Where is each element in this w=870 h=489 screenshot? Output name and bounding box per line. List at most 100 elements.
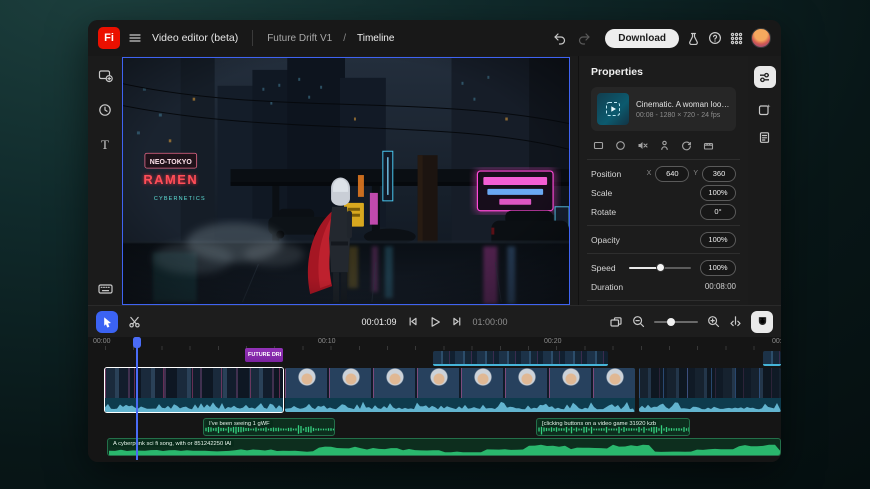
scale-row: Scale 100% [591, 183, 736, 202]
overlay-video-clip-2[interactable] [763, 351, 781, 366]
position-x-input[interactable]: 640 [655, 166, 689, 182]
speed-row: Speed 100% [591, 258, 736, 277]
ruler-label-0: 00:00 [93, 338, 111, 345]
audio-clip-voice[interactable]: I've been seeing 1 gWF [203, 418, 335, 436]
video-clip-1-waveform [105, 398, 283, 412]
duration-label: Duration [591, 282, 705, 292]
speed-input[interactable]: 100% [700, 260, 736, 276]
clip-quick-actions [593, 140, 734, 151]
properties-title: Properties [591, 66, 736, 78]
overlay-video-clip[interactable] [433, 351, 608, 366]
zoom-out-icon[interactable] [632, 315, 645, 328]
keyboard-shortcuts-icon[interactable] [98, 283, 113, 295]
slate-icon[interactable] [703, 140, 714, 151]
timeline-ruler[interactable]: 00:00 00:10 00:20 00: [88, 337, 781, 350]
history-icon[interactable] [98, 103, 112, 117]
audio-clip-sfx[interactable]: [clicking buttons on a video game 31920 … [536, 418, 690, 436]
apps-grid-icon[interactable] [730, 32, 743, 45]
ruler-label-1: 00:10 [318, 338, 336, 345]
frame-icon[interactable] [593, 140, 604, 151]
opacity-input[interactable]: 100% [700, 232, 736, 248]
y-axis-label: Y [693, 170, 698, 177]
refresh-icon[interactable] [681, 140, 692, 151]
duration-value: 00:08:00 [705, 282, 736, 291]
properties-panel: Properties Cinematic. A woman looks a...… [578, 56, 748, 305]
zoom-in-icon[interactable] [707, 315, 720, 328]
hamburger-menu-icon[interactable] [128, 31, 142, 45]
rotate-input[interactable]: 0° [700, 204, 736, 220]
video-clip-1[interactable] [105, 368, 283, 412]
select-tool-button[interactable] [96, 311, 118, 333]
position-row: Position X 640 Y 360 [591, 164, 736, 183]
prev-frame-icon[interactable] [406, 315, 419, 328]
selected-clip-card[interactable]: Cinematic. A woman looks a... v.ffgenvid… [591, 87, 736, 131]
ruler-label-3: 00: [772, 338, 781, 345]
help-icon[interactable] [708, 31, 722, 45]
video-clip-2-waveform [285, 398, 635, 412]
title-clip[interactable]: FUTURE DRI [245, 348, 283, 362]
undo-icon[interactable] [553, 31, 567, 45]
music-clip[interactable]: A cyberpunk sci fi song, with or 8512422… [107, 438, 781, 456]
timeline-zoom-controls [609, 311, 773, 333]
breadcrumb-separator: / [343, 33, 346, 44]
right-toolbar [748, 56, 781, 305]
speed-slider[interactable] [629, 263, 691, 272]
clip-meta: 00:08 - 1280 × 720 - 24 fps [636, 112, 730, 119]
left-toolbar: T [88, 56, 122, 305]
video-clip-2-thumbnails [285, 368, 635, 398]
clip-name: Cinematic. A woman looks a... v.ffgenvid [636, 100, 730, 109]
video-clip-3-thumbnails [639, 368, 781, 398]
firefly-logo[interactable]: Fi [98, 27, 120, 49]
position-y-input[interactable]: 360 [702, 166, 736, 182]
download-button[interactable]: Download [605, 29, 679, 48]
play-icon[interactable] [428, 315, 442, 329]
transport-controls: 00:01:09 01:00:00 [361, 315, 507, 329]
trim-tool-icon[interactable] [729, 315, 742, 328]
opacity-row: Opacity 100% [591, 230, 736, 249]
music-clip-label: A cyberpunk sci fi song, with or 8512422… [110, 440, 234, 447]
user-avatar[interactable] [751, 28, 771, 48]
enhance-icon[interactable] [758, 103, 771, 116]
playhead-line[interactable] [136, 337, 138, 460]
captions-icon[interactable] [758, 131, 771, 144]
speed-label: Speed [591, 263, 629, 273]
text-tool-icon[interactable]: T [101, 137, 109, 153]
scale-input[interactable]: 100% [700, 185, 736, 201]
rotate-row: Rotate 0° [591, 202, 736, 221]
scale-label: Scale [591, 188, 700, 198]
opacity-label: Opacity [591, 235, 700, 245]
ruler-label-2: 00:20 [544, 338, 562, 345]
breadcrumb-project[interactable]: Future Drift V1 [267, 33, 332, 44]
video-preview[interactable]: NEO-TOKYO RAMEN RAMEN CYBERNETICS [122, 57, 570, 305]
mute-icon[interactable] [637, 140, 648, 151]
duration-row: Duration 00:08:00 [591, 277, 736, 296]
rotate-label: Rotate [591, 207, 700, 217]
preview-scene: NEO-TOKYO RAMEN RAMEN CYBERNETICS [123, 58, 569, 304]
app-title: Video editor (beta) [152, 32, 238, 44]
add-media-icon[interactable] [98, 68, 113, 83]
video-clip-3[interactable] [639, 368, 781, 412]
redo-icon[interactable] [577, 31, 591, 45]
beaker-icon[interactable] [687, 32, 700, 45]
current-time: 00:01:09 [361, 317, 396, 327]
clip-thumbnail [597, 93, 629, 125]
split-tool-icon[interactable] [128, 315, 141, 328]
x-axis-label: X [647, 170, 652, 177]
loop-icon[interactable] [615, 140, 626, 151]
timeline-area[interactable]: 00:00 00:10 00:20 00: FUTURE DRI I've be… [88, 337, 781, 462]
video-clip-1-thumbnails [105, 368, 283, 398]
position-label: Position [591, 169, 647, 179]
playhead-handle[interactable] [133, 337, 141, 348]
audio-clip-sfx-label: [clicking buttons on a video game 31920 … [539, 420, 659, 427]
snap-magnet-button[interactable] [751, 311, 773, 333]
video-clip-3-waveform [639, 398, 781, 412]
figure-icon[interactable] [659, 140, 670, 151]
breadcrumb-view[interactable]: Timeline [357, 33, 394, 44]
properties-tab-button[interactable] [754, 66, 776, 88]
video-clip-2[interactable] [285, 368, 635, 412]
next-frame-icon[interactable] [451, 315, 464, 328]
fit-timeline-icon[interactable] [609, 315, 623, 329]
audio-clip-voice-label: I've been seeing 1 gWF [206, 420, 273, 427]
timeline-zoom-slider[interactable] [654, 317, 698, 326]
app-window: Fi Video editor (beta) Future Drift V1 /… [88, 20, 781, 462]
